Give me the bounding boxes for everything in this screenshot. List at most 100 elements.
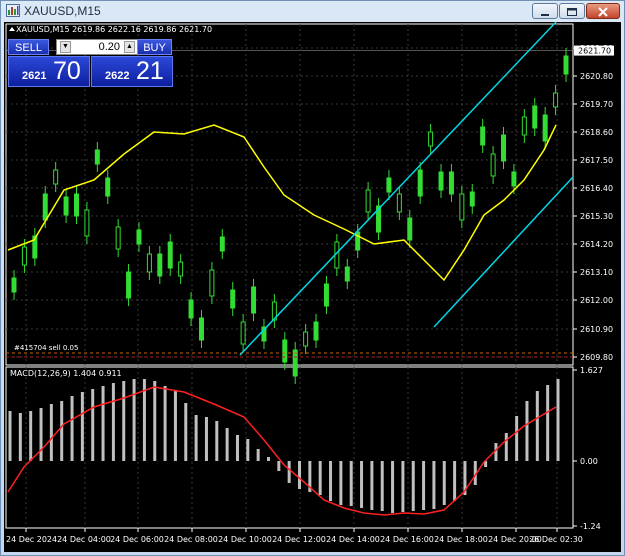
macd-histogram-bar <box>401 461 405 512</box>
candles <box>11 48 569 384</box>
maximize-icon <box>567 8 577 16</box>
current-price-label: 2621.70 <box>578 47 611 56</box>
candle-body <box>198 317 204 341</box>
sell-price-box[interactable]: 2621 70 <box>8 56 90 87</box>
price-tick-label: 2616.40 <box>580 184 613 193</box>
buy-price-box[interactable]: 2622 21 <box>91 56 173 87</box>
buy-price-big: 21 <box>136 57 164 85</box>
price-tick-label: 2620.80 <box>580 72 613 81</box>
candle-body <box>511 171 517 187</box>
macd-histogram-bar <box>225 428 229 461</box>
candle-body <box>73 193 79 217</box>
macd-histogram-bar <box>215 421 219 461</box>
price-tick-label: 2617.50 <box>580 156 613 165</box>
window-title: XAUUSD,M15 <box>24 4 101 18</box>
candle-body <box>219 236 225 252</box>
macd-histogram-bar <box>370 461 374 510</box>
chart-grid <box>5 23 574 529</box>
candle-body <box>105 177 111 197</box>
macd-histogram-bar <box>277 461 281 471</box>
macd-tick-label: 1.627 <box>580 366 603 375</box>
macd-histogram-bar <box>266 457 270 461</box>
time-tick-label: 24 Dec 2024 <box>6 535 57 544</box>
candle-body <box>136 229 142 245</box>
close-icon <box>598 7 608 17</box>
macd-histogram-bar <box>442 461 446 505</box>
price-chart[interactable]: #415704 sell 0.05 2621.802620.802619.702… <box>4 22 621 552</box>
chart-header: XAUUSD,M15 2619.86 2622.16 2619.86 2621.… <box>16 25 212 34</box>
macd-histogram-bar <box>535 391 539 461</box>
candle-body <box>459 193 465 221</box>
macd-histogram-bar <box>101 386 105 461</box>
macd-panel: MACD(12,26,9) 1.404 0.911 1.627 0.00 -1.24 <box>7 366 603 531</box>
time-tick-label: 24 Dec 16:00 <box>380 535 434 544</box>
macd-histogram-bar <box>256 449 260 461</box>
candle-body <box>230 289 236 309</box>
candle-body <box>94 149 100 165</box>
candle-body <box>146 253 152 273</box>
lot-size-value[interactable]: 0.20 <box>99 41 120 53</box>
macd-histogram-bar <box>173 391 177 461</box>
macd-histogram-bar <box>339 461 343 505</box>
macd-histogram-bar <box>60 401 64 461</box>
lot-decrease-icon[interactable]: ▼ <box>60 41 71 53</box>
time-tick-label: 24 Dec 06:00 <box>110 535 164 544</box>
candle-body <box>282 339 288 363</box>
candle-body <box>407 217 413 241</box>
candle-body <box>417 169 423 197</box>
time-tick-label: 24 Dec 14:00 <box>326 535 380 544</box>
macd-histogram-bar <box>432 461 436 509</box>
candle-body <box>157 253 163 277</box>
candle-body <box>448 171 454 195</box>
macd-histogram-bar <box>29 411 33 461</box>
macd-histogram-bar <box>204 417 208 461</box>
candle-body <box>396 193 402 213</box>
price-tick-label: 2610.90 <box>580 325 613 334</box>
lot-increase-icon[interactable]: ▲ <box>124 41 135 53</box>
candle-body <box>209 269 215 297</box>
minimize-button[interactable] <box>532 3 558 19</box>
price-tick-label: 2619.70 <box>580 100 613 109</box>
price-tick-label: 2618.60 <box>580 128 613 137</box>
chart-window-icon <box>6 4 20 17</box>
macd-histogram-bar <box>525 401 529 461</box>
macd-histogram-bar <box>453 461 457 501</box>
time-tick-label: 24 Dec 04:00 <box>57 535 111 544</box>
macd-histogram-bar <box>184 403 188 461</box>
macd-histogram-bar <box>122 381 126 461</box>
candle-body <box>42 193 48 221</box>
chart-area[interactable]: #415704 sell 0.05 2621.802620.802619.702… <box>4 22 621 552</box>
candle-body <box>521 116 527 136</box>
macd-histogram-bar <box>546 385 550 461</box>
macd-histogram-bar <box>391 461 395 513</box>
macd-label: MACD(12,26,9) 1.404 0.911 <box>10 369 122 378</box>
order-line-label: #415704 sell 0.05 <box>14 344 78 352</box>
candle-body <box>480 126 486 146</box>
candle-body <box>532 105 538 129</box>
macd-signal-line <box>7 386 557 516</box>
maximize-button[interactable] <box>559 3 585 19</box>
candle-body <box>553 92 559 108</box>
buy-button[interactable]: BUY <box>137 39 172 55</box>
candle-body <box>365 189 371 213</box>
candle-body <box>438 171 444 191</box>
sell-price-big: 70 <box>53 57 81 85</box>
terminal-window: XAUUSD,M15 #415704 sell 0.05 2621.802620… <box>0 0 625 556</box>
time-tick-label: 26 Dec 02:30 <box>529 535 583 544</box>
candle-body <box>490 153 496 177</box>
macd-histogram-bar <box>39 408 43 461</box>
macd-histogram-bar <box>194 415 198 461</box>
price-tick-label: 2613.10 <box>580 268 613 277</box>
sell-button[interactable]: SELL <box>8 39 49 55</box>
title-bar[interactable]: XAUUSD,M15 <box>1 1 624 21</box>
macd-histogram-bar <box>422 461 426 510</box>
minimize-icon <box>541 14 549 16</box>
macd-histogram-bar <box>80 392 84 461</box>
candle-body <box>386 177 392 193</box>
candle-body <box>167 241 173 269</box>
macd-histogram-bar <box>515 416 519 461</box>
macd-histogram-bar <box>235 435 239 461</box>
lot-size-field[interactable]: ▼ 0.20 ▲ <box>56 39 139 55</box>
candle-body <box>251 286 257 314</box>
close-button[interactable] <box>586 3 620 19</box>
